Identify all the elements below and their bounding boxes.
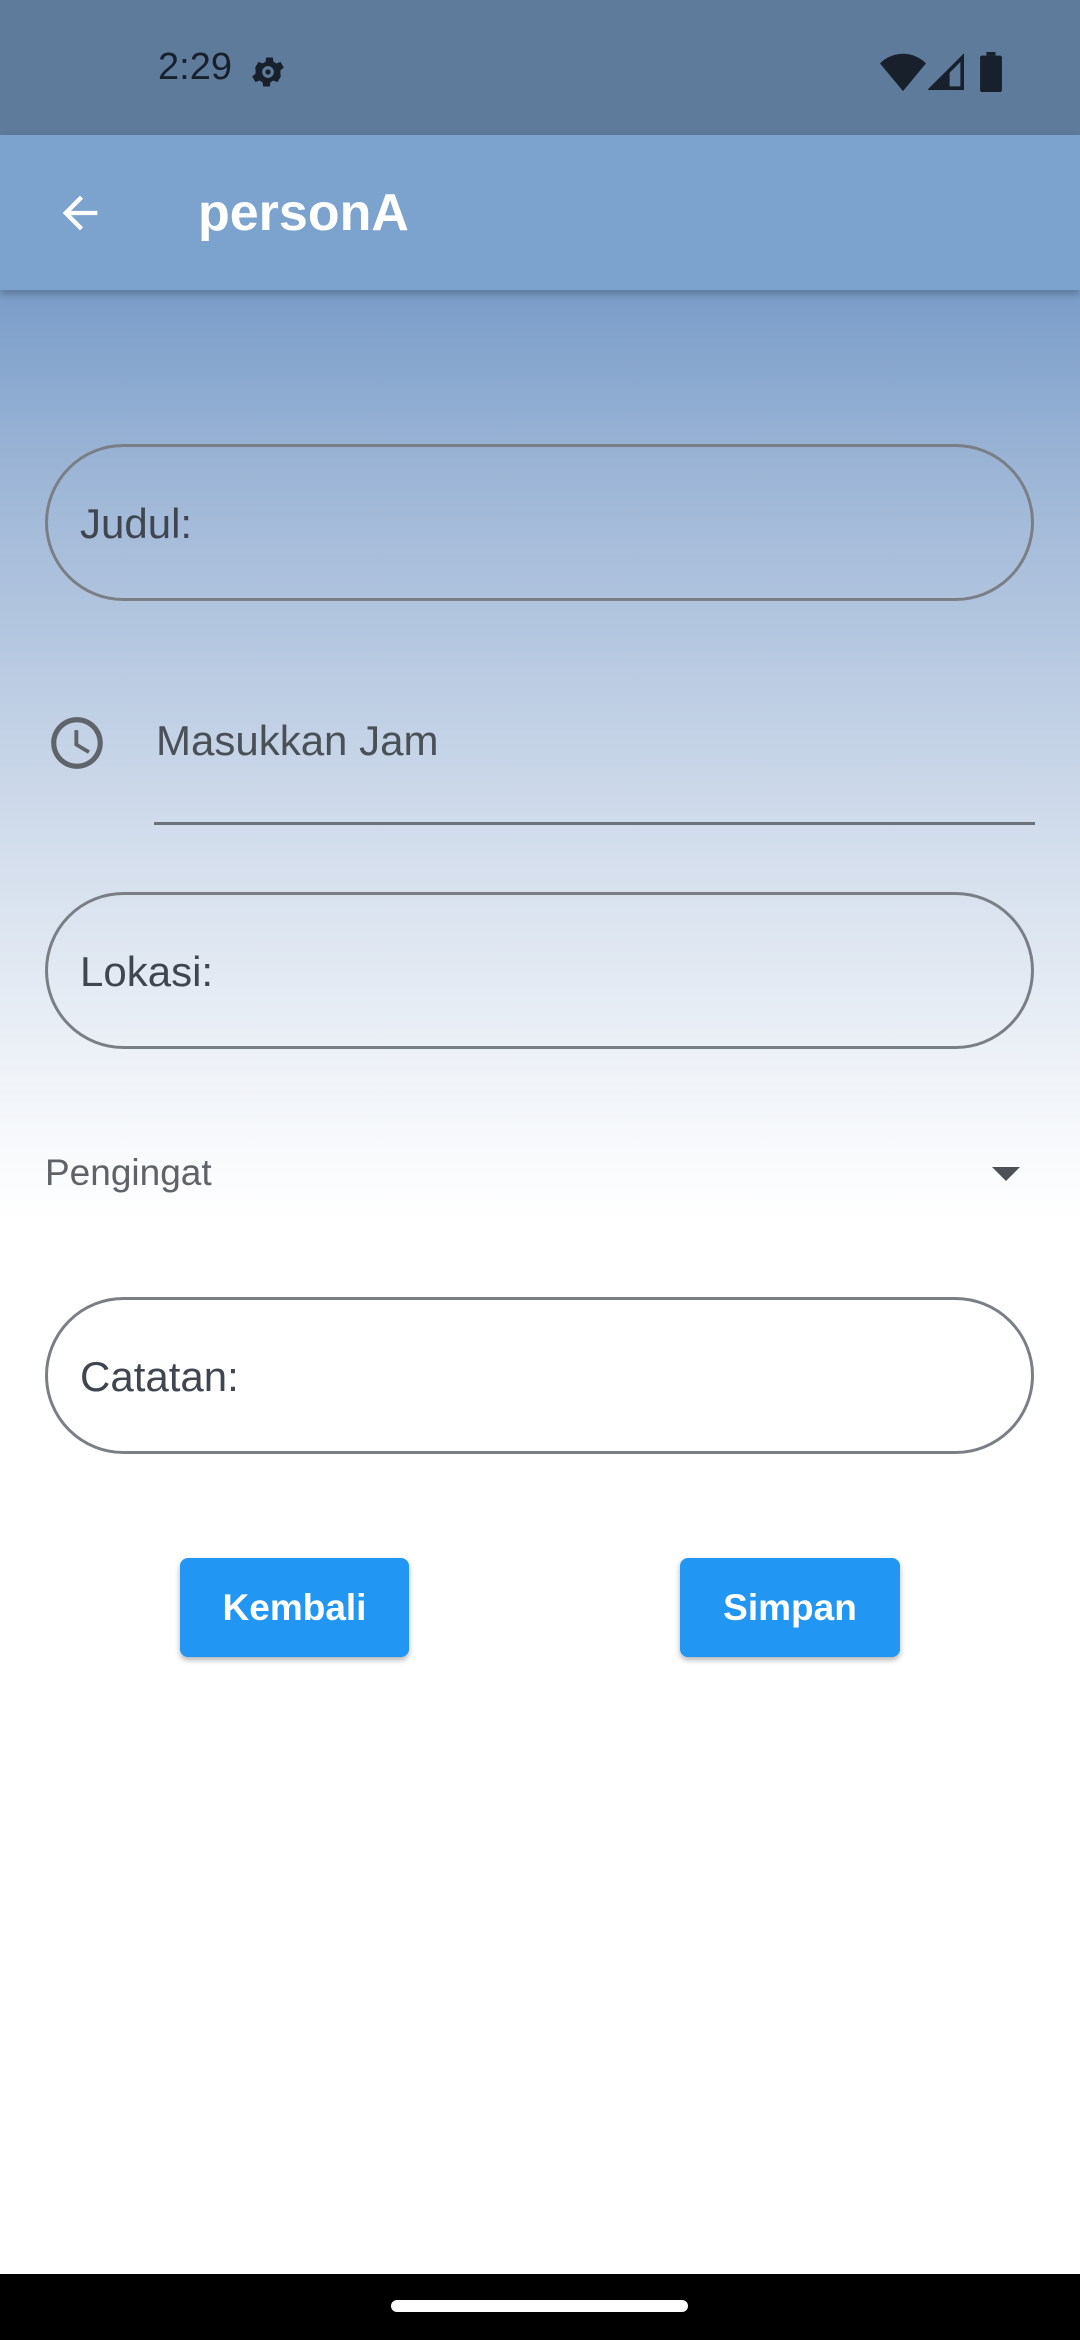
status-bar: 2:29 xyxy=(0,0,1080,135)
lokasi-input[interactable] xyxy=(78,895,1002,1048)
back-button[interactable] xyxy=(40,173,120,253)
home-gesture-handle[interactable] xyxy=(391,2300,688,2312)
lokasi-field[interactable] xyxy=(45,892,1034,1049)
gear-icon xyxy=(252,57,284,87)
reminder-label: Pengingat xyxy=(45,1152,212,1193)
battery-icon xyxy=(980,52,1002,92)
dropdown-arrow-icon xyxy=(992,1167,1020,1181)
time-input[interactable] xyxy=(154,690,1039,792)
catatan-input[interactable] xyxy=(78,1300,1002,1453)
back-action-button[interactable]: Kembali xyxy=(180,1558,409,1657)
save-button[interactable]: Simpan xyxy=(680,1558,900,1657)
navigation-bar xyxy=(0,2274,1080,2340)
app-bar: personA xyxy=(0,135,1080,290)
judul-input[interactable] xyxy=(78,447,1002,600)
time-field[interactable] xyxy=(154,690,1039,825)
arrow-back-icon xyxy=(62,195,98,231)
status-time: 2:29 xyxy=(158,46,232,88)
reminder-dropdown[interactable]: Pengingat xyxy=(45,1140,1035,1210)
signal-icon xyxy=(928,53,964,90)
page-title: personA xyxy=(198,184,409,242)
catatan-field[interactable] xyxy=(45,1297,1034,1454)
judul-field[interactable] xyxy=(45,444,1034,601)
clock-icon xyxy=(51,717,103,769)
wifi-icon xyxy=(880,53,926,92)
